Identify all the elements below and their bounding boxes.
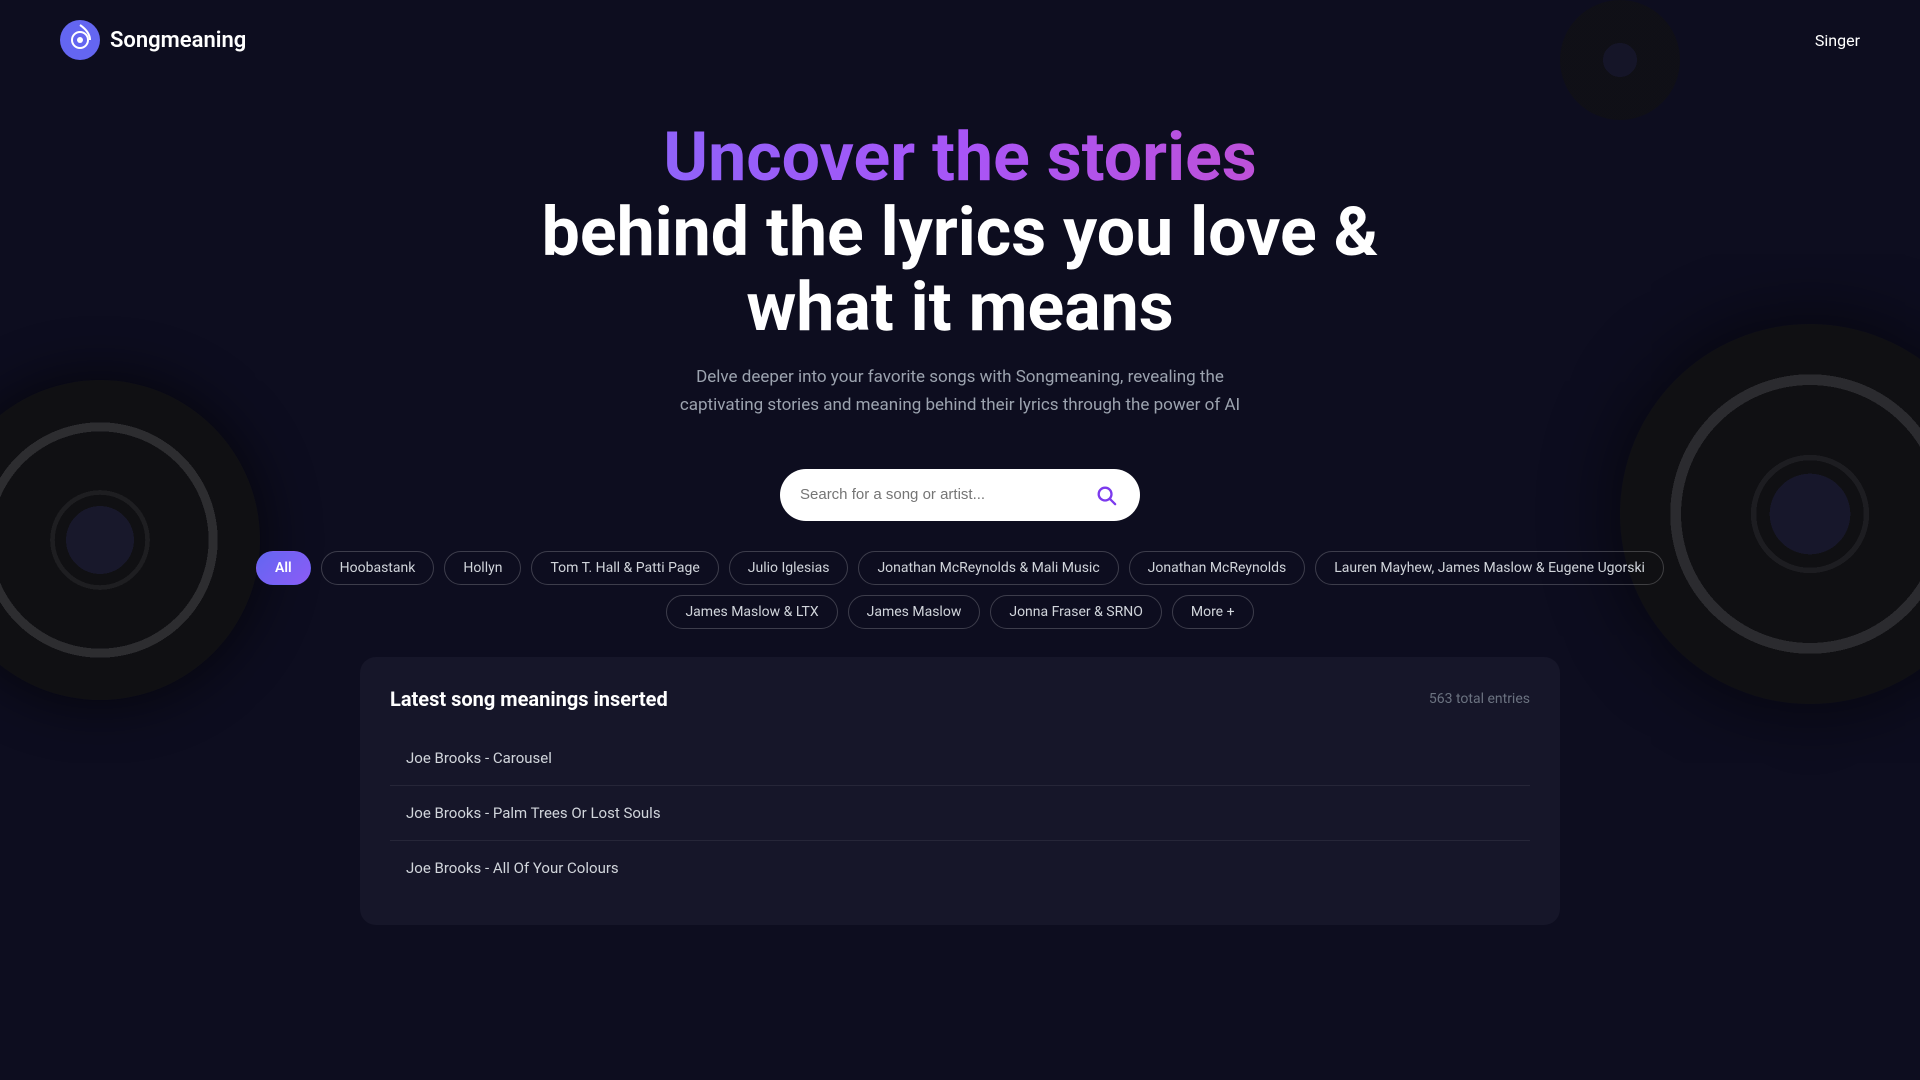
card-total-entries: 563 total entries [1429, 691, 1530, 707]
card-title: Latest song meanings inserted [390, 687, 668, 711]
logo-area[interactable]: Songmeaning [60, 20, 246, 60]
card-header: Latest song meanings inserted 563 total … [390, 687, 1530, 711]
filter-tag[interactable]: Tom T. Hall & Patti Page [531, 551, 718, 585]
search-button[interactable] [1088, 477, 1124, 513]
filter-tag[interactable]: Lauren Mayhew, James Maslow & Eugene Ugo… [1315, 551, 1664, 585]
search-input[interactable] [800, 486, 1080, 503]
song-list-items: Joe Brooks - CarouselJoe Brooks - Palm T… [390, 731, 1530, 895]
filter-container: All Hoobastank Hollyn Tom T. Hall & Patti P… [0, 551, 1920, 629]
singer-nav-link[interactable]: Singer [1815, 31, 1860, 50]
filter-tag[interactable]: James Maslow & LTX [666, 595, 837, 629]
filter-tag[interactable]: James Maslow [848, 595, 981, 629]
logo-icon [60, 20, 100, 60]
search-icon [1095, 484, 1117, 506]
filter-tag[interactable]: Jonathan McReynolds [1129, 551, 1306, 585]
hero-subtitle: Delve deeper into your favorite songs wi… [20, 364, 1900, 418]
hero-section: Uncover the stories behind the lyrics yo… [0, 80, 1920, 439]
hero-subtitle-line1: Delve deeper into your favorite songs wi… [696, 367, 1224, 387]
brand-name: Songmeaning [110, 28, 246, 53]
song-list-item[interactable]: Joe Brooks - All Of Your Colours [390, 840, 1530, 895]
hero-title-line2: behind the lyrics you love & [20, 195, 1900, 270]
hero-subtitle-line2: captivating stories and meaning behind t… [680, 395, 1240, 415]
filter-tag[interactable]: More + [1172, 595, 1254, 629]
filter-tag[interactable]: Hoobastank [321, 551, 435, 585]
filter-tag[interactable]: Jonna Fraser & SRNO [990, 595, 1162, 629]
hero-title-line1: Uncover the stories [20, 120, 1900, 195]
filter-tag[interactable]: Hollyn [444, 551, 521, 585]
navbar: Songmeaning Singer [0, 0, 1920, 80]
search-container [0, 469, 1920, 521]
song-list-item[interactable]: Joe Brooks - Palm Trees Or Lost Souls [390, 785, 1530, 840]
song-list-card: Latest song meanings inserted 563 total … [360, 657, 1560, 925]
search-box [780, 469, 1140, 521]
filter-tag[interactable]: Julio Iglesias [729, 551, 849, 585]
filter-tag[interactable]: All [256, 551, 311, 585]
song-list-item[interactable]: Joe Brooks - Carousel [390, 731, 1530, 785]
filter-tag[interactable]: Jonathan McReynolds & Mali Music [858, 551, 1118, 585]
hero-title-line3: what it means [20, 270, 1900, 345]
